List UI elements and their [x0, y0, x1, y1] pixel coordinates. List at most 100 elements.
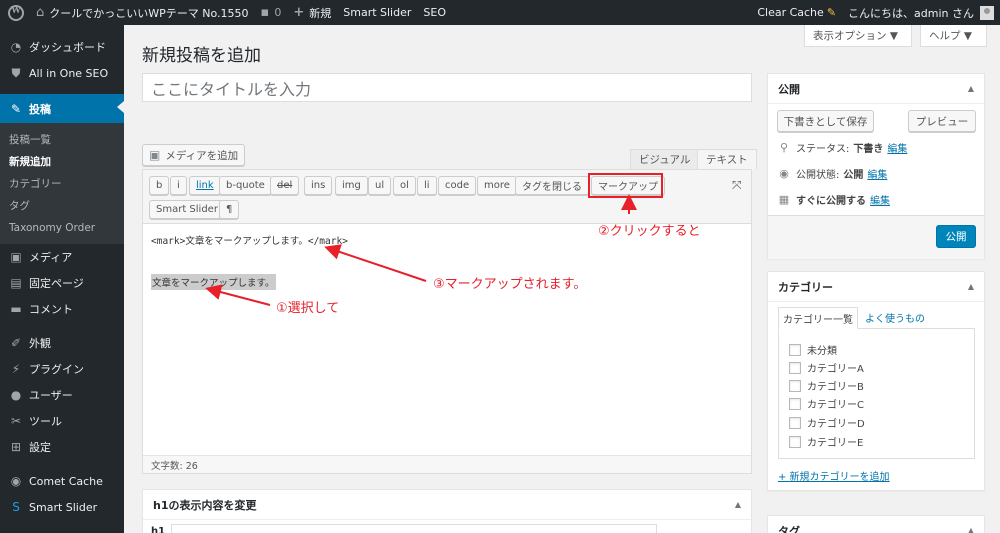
- text-editor-content[interactable]: <mark>文章をマークアップします。</mark> 文章をマークアップします。: [143, 224, 751, 456]
- checkbox[interactable]: [789, 343, 801, 356]
- pin-icon: ⚲: [779, 141, 789, 154]
- h1-field-input[interactable]: [171, 524, 657, 533]
- qt-paragraph-button[interactable]: ¶: [219, 200, 240, 219]
- sidebar-item-dashboard[interactable]: ◔ ダッシュボード: [0, 34, 124, 60]
- selected-text-line: 文章をマークアップします。: [151, 274, 276, 290]
- save-draft-button[interactable]: 下書きとして保存: [777, 110, 874, 132]
- publish-schedule-row: ▦ すぐに公開する 編集: [778, 192, 890, 207]
- tag-metabox-header[interactable]: タグ ▲: [768, 516, 984, 533]
- sidebar-item-smart-slider[interactable]: S Smart Slider: [0, 494, 124, 520]
- add-media-button[interactable]: ▣ メディアを追加: [142, 144, 246, 166]
- add-media-label: メディアを追加: [165, 149, 239, 162]
- submenu-taxonomy-order[interactable]: Taxonomy Order: [0, 217, 124, 239]
- tab-all-categories[interactable]: カテゴリー一覧: [778, 307, 858, 329]
- help-button[interactable]: ヘルプ ▼: [920, 25, 987, 47]
- submenu-categories[interactable]: カテゴリー: [0, 173, 124, 195]
- sidebar-item-label: プラグイン: [29, 363, 84, 376]
- clear-cache-link[interactable]: Clear Cache ✎: [751, 0, 842, 25]
- admin-sidebar: ◔ ダッシュボード ⛊ All in One SEO ✎ 投稿 投稿一覧 新規追…: [0, 25, 124, 533]
- publish-button[interactable]: 公開: [936, 225, 976, 248]
- qt-ins-button[interactable]: ins: [304, 176, 333, 195]
- qt-code-button[interactable]: code: [438, 176, 477, 195]
- screen-options-button[interactable]: 表示オプション ▼: [804, 25, 912, 47]
- checkbox[interactable]: [789, 379, 801, 392]
- category-item[interactable]: カテゴリーA: [789, 360, 864, 375]
- category-item[interactable]: カテゴリーE: [789, 434, 863, 449]
- sidebar-item-appearance[interactable]: ✐ 外観: [0, 330, 124, 356]
- qt-img-button[interactable]: img: [335, 176, 368, 195]
- qt-close-tags-button[interactable]: タグを閉じる: [515, 176, 589, 195]
- checkbox[interactable]: [789, 361, 801, 374]
- sidebar-item-posts[interactable]: ✎ 投稿: [0, 94, 124, 123]
- brush-icon: ✐: [10, 336, 22, 350]
- new-content-link[interactable]: + 新規: [287, 0, 337, 25]
- tab-text[interactable]: テキスト: [697, 149, 757, 169]
- toggle-up-icon[interactable]: ▲: [968, 526, 974, 533]
- category-metabox: カテゴリー ▲ カテゴリー一覧 よく使うもの 未分類 カテゴリーA カテゴリーB…: [767, 271, 985, 491]
- qt-ul-button[interactable]: ul: [368, 176, 392, 195]
- media-icon: ▣: [10, 250, 22, 264]
- site-name-link[interactable]: ⌂ クールでかっこいいWPテーマ No.1550: [30, 0, 255, 25]
- comments-link[interactable]: ▪ 0: [255, 0, 288, 25]
- sidebar-item-label: Smart Slider: [29, 500, 98, 514]
- sidebar-item-tools[interactable]: ✂ ツール: [0, 408, 124, 434]
- qt-li-button[interactable]: li: [417, 176, 437, 195]
- qt-ol-button[interactable]: ol: [393, 176, 416, 195]
- qt-blockquote-button[interactable]: b-quote: [219, 176, 272, 195]
- edit-visibility-link[interactable]: 編集: [867, 166, 887, 181]
- tab-popular-categories[interactable]: よく使うもの: [865, 310, 925, 325]
- add-new-category-link[interactable]: + 新規カテゴリーを追加: [778, 468, 890, 483]
- qt-link-button[interactable]: link: [189, 176, 221, 195]
- toggle-up-icon[interactable]: ▲: [968, 84, 974, 93]
- sidebar-item-label: All in One SEO: [29, 66, 109, 80]
- publish-metabox: 公開 ▲ 下書きとして保存 プレビュー ⚲ ステータス: 下書き 編集 ◉ 公開…: [767, 73, 985, 259]
- my-account-link[interactable]: こんにちは、admin さん: [842, 0, 1000, 25]
- sidebar-item-settings[interactable]: ⊞ 設定: [0, 434, 124, 460]
- qt-smart-slider-button[interactable]: Smart Slider: [149, 200, 225, 219]
- sidebar-item-comet-cache[interactable]: ◉ Comet Cache: [0, 468, 124, 494]
- sidebar-item-plugins[interactable]: ⚡ プラグイン: [0, 356, 124, 382]
- fullscreen-icon[interactable]: ⤧: [732, 178, 742, 193]
- sidebar-item-pages[interactable]: ▤ 固定ページ: [0, 270, 124, 296]
- edit-schedule-link[interactable]: 編集: [870, 192, 890, 207]
- checkbox[interactable]: [789, 416, 801, 429]
- markup-highlight-box: [588, 173, 663, 198]
- qt-del-button[interactable]: del: [270, 176, 300, 195]
- submenu-all-posts[interactable]: 投稿一覧: [0, 129, 124, 151]
- h1-field-label: h1: [151, 526, 166, 533]
- plug-icon: ⚡: [11, 362, 21, 376]
- publish-metabox-header[interactable]: 公開 ▲: [768, 74, 984, 104]
- h1-metabox-title: h1の表示内容を変更: [153, 498, 257, 512]
- qt-more-button[interactable]: more: [477, 176, 517, 195]
- checkbox[interactable]: [789, 435, 801, 448]
- smart-slider-link[interactable]: Smart Slider: [337, 0, 417, 25]
- seo-link[interactable]: SEO: [417, 0, 452, 25]
- edit-status-link[interactable]: 編集: [887, 140, 907, 155]
- wp-logo-menu[interactable]: [0, 0, 30, 25]
- category-item[interactable]: カテゴリーB: [789, 378, 864, 393]
- sidebar-item-comments[interactable]: ▬ コメント: [0, 296, 124, 322]
- toggle-up-icon[interactable]: ▲: [735, 500, 741, 509]
- qt-italic-button[interactable]: i: [170, 176, 187, 195]
- preview-button[interactable]: プレビュー: [908, 110, 976, 132]
- new-label: 新規: [309, 6, 332, 20]
- dashboard-icon: ◔: [10, 40, 22, 54]
- category-item[interactable]: カテゴリーC: [789, 396, 864, 411]
- h1-metabox-header[interactable]: h1の表示内容を変更 ▲: [143, 490, 751, 520]
- category-metabox-header[interactable]: カテゴリー ▲: [768, 272, 984, 302]
- tab-visual[interactable]: ビジュアル: [630, 149, 700, 169]
- qt-bold-button[interactable]: b: [149, 176, 170, 195]
- checkbox[interactable]: [789, 397, 801, 410]
- category-item[interactable]: カテゴリーD: [789, 415, 865, 430]
- sidebar-item-users[interactable]: ● ユーザー: [0, 382, 124, 408]
- toggle-up-icon[interactable]: ▲: [968, 282, 974, 291]
- submenu-tags[interactable]: タグ: [0, 195, 124, 217]
- sidebar-item-aioseo[interactable]: ⛊ All in One SEO: [0, 60, 124, 86]
- submenu-add-new[interactable]: 新規追加: [0, 151, 124, 173]
- sidebar-item-media[interactable]: ▣ メディア: [0, 244, 124, 270]
- eye-icon: ◉: [779, 167, 789, 180]
- category-item[interactable]: 未分類: [789, 342, 837, 357]
- post-title-input[interactable]: ここにタイトルを入力: [142, 73, 752, 102]
- greeting-label: こんにちは、admin さん: [848, 6, 974, 20]
- annotation-click: ②クリックすると: [598, 224, 701, 239]
